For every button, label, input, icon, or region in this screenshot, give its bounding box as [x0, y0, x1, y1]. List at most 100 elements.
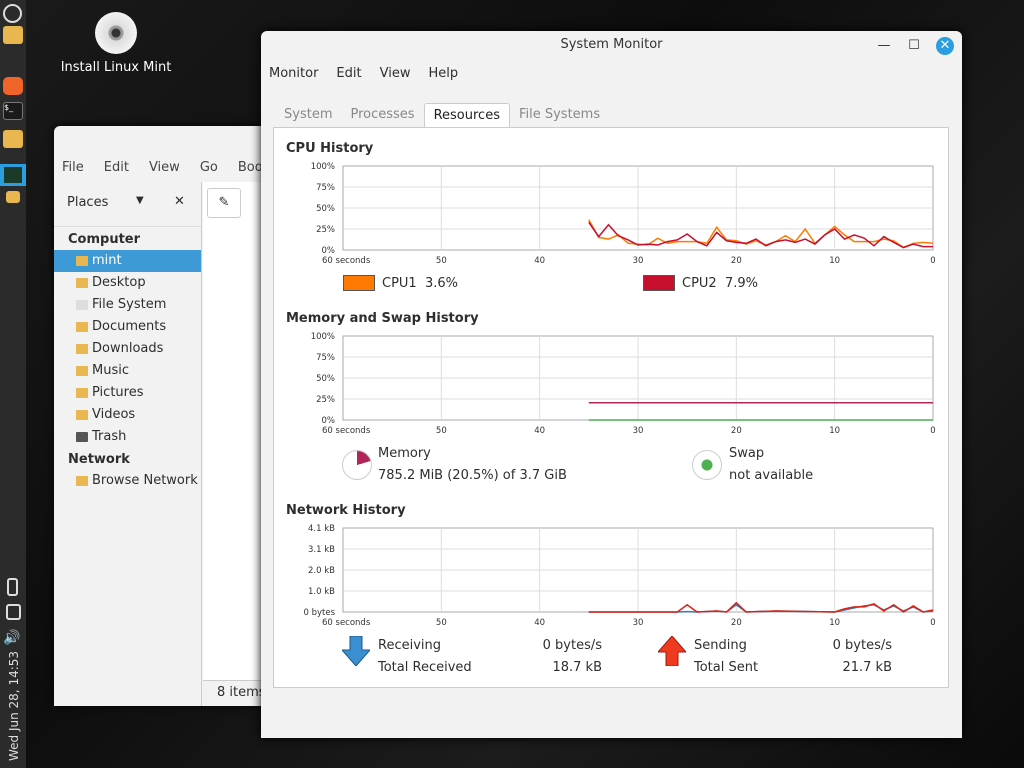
battery-icon[interactable]: [7, 578, 18, 596]
swap-pie-icon[interactable]: [692, 450, 722, 480]
receiving-arrow-icon[interactable]: [340, 635, 372, 667]
places-label[interactable]: Places: [67, 195, 108, 210]
resources-panel: CPU History 100% 75% 50% 25% 0% 60 seconds 50 4…: [273, 127, 949, 688]
menu-help[interactable]: Help: [428, 66, 458, 81]
close-button[interactable]: ✕: [936, 37, 954, 55]
fm-menu-view[interactable]: View: [149, 160, 180, 175]
x-tick-label: 0: [930, 256, 935, 266]
x-tick-label: 30: [633, 426, 644, 436]
memory-pie-icon[interactable]: [342, 450, 372, 480]
firefox-icon[interactable]: [3, 77, 23, 95]
menu-monitor[interactable]: Monitor: [269, 66, 318, 81]
sidebar-item-downloads[interactable]: Downloads: [54, 338, 201, 360]
x-tick-label: 10: [829, 618, 840, 628]
section-computer: Computer: [68, 232, 141, 247]
y-tick-label: 50%: [316, 374, 335, 384]
receiving-rate: 0 bytes/s: [542, 638, 602, 653]
menu-view[interactable]: View: [380, 66, 411, 81]
minimize-button[interactable]: —: [875, 37, 893, 55]
x-tick-label: 0: [930, 618, 935, 628]
network-icon[interactable]: [6, 604, 21, 620]
tab-processes[interactable]: Processes: [341, 103, 423, 128]
files-icon[interactable]: [3, 130, 23, 148]
item-label: Documents: [92, 319, 167, 334]
memory-history-title: Memory and Swap History: [286, 311, 479, 326]
side-panel: $_ 🔊 Wed Jun 28, 14:53: [0, 0, 26, 768]
tab-system[interactable]: System: [275, 103, 341, 128]
desktop-icon-label: Install Linux Mint: [60, 60, 172, 75]
item-label: mint: [92, 253, 122, 268]
x-tick-label: 10: [829, 426, 840, 436]
sidebar-item-pictures[interactable]: Pictures: [54, 382, 201, 404]
window-title: System Monitor: [560, 37, 663, 52]
memory-label: Memory: [378, 446, 431, 461]
terminal-icon[interactable]: $_: [3, 102, 23, 120]
sidebar-item-browse-network[interactable]: Browse Network: [54, 470, 201, 492]
x-tick-label: 40: [534, 426, 545, 436]
sidebar-item-videos[interactable]: Videos: [54, 404, 201, 426]
cpu-history-title: CPU History: [286, 141, 374, 156]
sending-arrow-icon[interactable]: [656, 635, 688, 667]
folder-icon[interactable]: [3, 26, 23, 44]
volume-icon[interactable]: 🔊: [3, 630, 23, 648]
sidebar-item-desktop[interactable]: Desktop: [54, 272, 201, 294]
desktop-icon-install[interactable]: Install Linux Mint: [60, 12, 172, 75]
menu-edit[interactable]: Edit: [336, 66, 361, 81]
y-tick-label: 4.1 kB: [308, 524, 335, 534]
memory-history-chart: 100% 75% 50% 25% 0%60 seconds 50 40 30 20 10 0: [311, 332, 936, 436]
mint-menu-icon[interactable]: [3, 4, 22, 23]
clock[interactable]: Wed Jun 28, 14:53: [7, 651, 21, 761]
sidebar-item-music[interactable]: Music: [54, 360, 201, 382]
item-label: Trash: [92, 429, 127, 444]
x-tick-label: 60 seconds: [322, 618, 371, 628]
x-tick-label: 10: [829, 256, 840, 266]
x-tick-label: 0: [930, 426, 935, 436]
fm-menubar: File Edit View Go Bookm: [62, 160, 283, 175]
tab-resources[interactable]: Resources: [423, 103, 510, 128]
y-tick-label: 25%: [316, 395, 335, 405]
x-tick-label: 50: [436, 426, 447, 436]
item-label: Pictures: [92, 385, 144, 400]
places-dropdown-icon[interactable]: ▼: [136, 195, 144, 206]
memory-value: 785.2 MiB (20.5%) of 3.7 GiB: [378, 468, 567, 483]
item-label: Desktop: [92, 275, 146, 290]
sidebar-item-file-system[interactable]: File System: [54, 294, 201, 316]
cpu1-color-swatch[interactable]: [343, 275, 375, 291]
music-folder-icon: [76, 366, 88, 376]
y-tick-label: 0%: [322, 246, 336, 256]
sending-label: Sending: [694, 638, 747, 653]
y-tick-label: 100%: [311, 332, 335, 342]
item-label: File System: [92, 297, 167, 312]
sidebar-item-trash[interactable]: Trash: [54, 426, 201, 448]
fm-menu-edit[interactable]: Edit: [104, 160, 129, 175]
fm-menu-go[interactable]: Go: [200, 160, 218, 175]
tab-bar: System Processes Resources File Systems: [275, 103, 609, 128]
folder-icon: [76, 278, 88, 288]
swap-value: not available: [729, 468, 814, 483]
close-sidebar-icon[interactable]: ✕: [174, 194, 185, 209]
sidebar-item-documents[interactable]: Documents: [54, 316, 201, 338]
system-monitor-taskbar-icon[interactable]: [0, 164, 26, 186]
y-tick-label: 100%: [311, 162, 335, 172]
y-tick-label: 0 bytes: [303, 608, 335, 618]
edit-location-button[interactable]: ✎: [207, 188, 241, 218]
places-sidebar: Places ▼ ✕ Computer mint Desktop File Sy…: [54, 182, 202, 706]
item-label: Browse Network: [92, 473, 198, 488]
cpu2-color-swatch[interactable]: [643, 275, 675, 291]
folder-icon: [76, 322, 88, 332]
fm-menu-file[interactable]: File: [62, 160, 84, 175]
maximize-button[interactable]: ☐: [905, 37, 923, 55]
cpu1-label: CPU1 3.6%: [382, 276, 458, 291]
sidebar-item-mint[interactable]: mint: [54, 250, 201, 272]
y-tick-label: 75%: [316, 353, 335, 363]
pictures-folder-icon: [76, 388, 88, 398]
network-history-title: Network History: [286, 503, 406, 518]
tab-file-systems[interactable]: File Systems: [510, 103, 609, 128]
x-tick-label: 50: [436, 256, 447, 266]
cpu2-label: CPU2 7.9%: [682, 276, 758, 291]
x-tick-label: 30: [633, 256, 644, 266]
home-folder-icon[interactable]: [6, 191, 20, 203]
cpu1-value: 3.6%: [424, 276, 458, 291]
sending-rate: 0 bytes/s: [832, 638, 892, 653]
total-received-label: Total Received: [378, 660, 472, 675]
